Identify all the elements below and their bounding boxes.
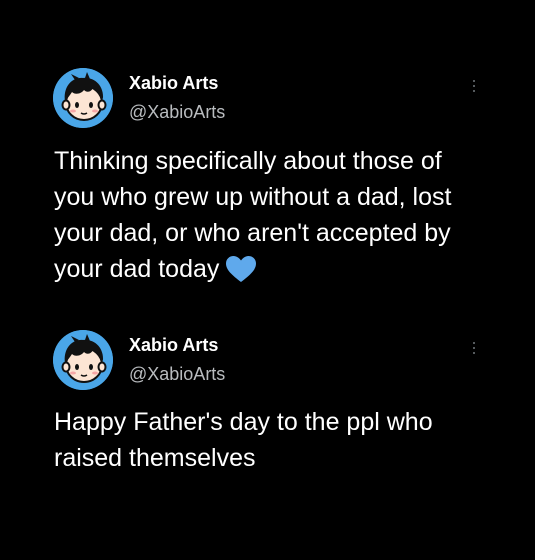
- cartoon-boy-avatar-icon: [53, 68, 113, 128]
- more-vertical-icon[interactable]: [466, 338, 482, 358]
- avatar[interactable]: [53, 330, 113, 390]
- author-name[interactable]: Xabio Arts: [129, 73, 218, 94]
- author-name[interactable]: Xabio Arts: [129, 335, 218, 356]
- cartoon-boy-avatar-icon: [53, 330, 113, 390]
- author-handle[interactable]: @XabioArts: [129, 364, 225, 385]
- author-handle[interactable]: @XabioArts: [129, 102, 225, 123]
- tweet-body: Thinking specifically about those of you…: [54, 143, 484, 287]
- avatar[interactable]: [53, 68, 113, 128]
- blue-heart-icon: [226, 256, 257, 282]
- more-vertical-icon[interactable]: [466, 76, 482, 96]
- tweet-text: Happy Father's day to the ppl who raised…: [54, 408, 433, 472]
- tweet-body: Happy Father's day to the ppl who raised…: [54, 404, 484, 476]
